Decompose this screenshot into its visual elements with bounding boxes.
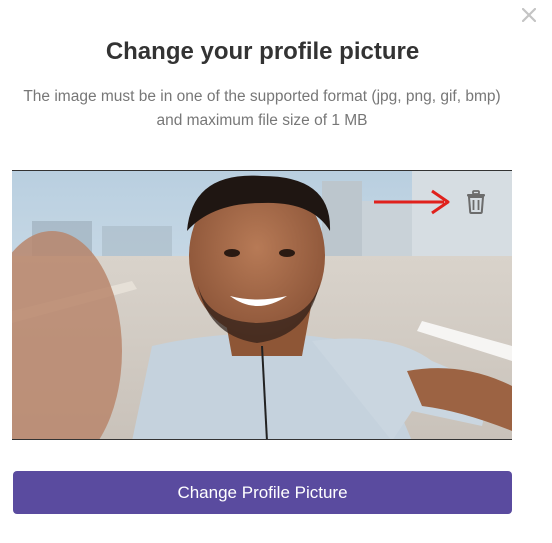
red-arrow-icon	[374, 189, 450, 215]
close-icon	[522, 8, 536, 22]
delete-picture-button[interactable]	[462, 188, 490, 216]
trash-icon	[467, 190, 485, 214]
dialog-title: Change your profile picture	[105, 38, 420, 65]
close-button[interactable]	[518, 4, 540, 26]
change-profile-picture-button[interactable]: Change Profile Picture	[13, 471, 512, 514]
dialog-subtitle: The image must be in one of the supporte…	[23, 88, 501, 129]
